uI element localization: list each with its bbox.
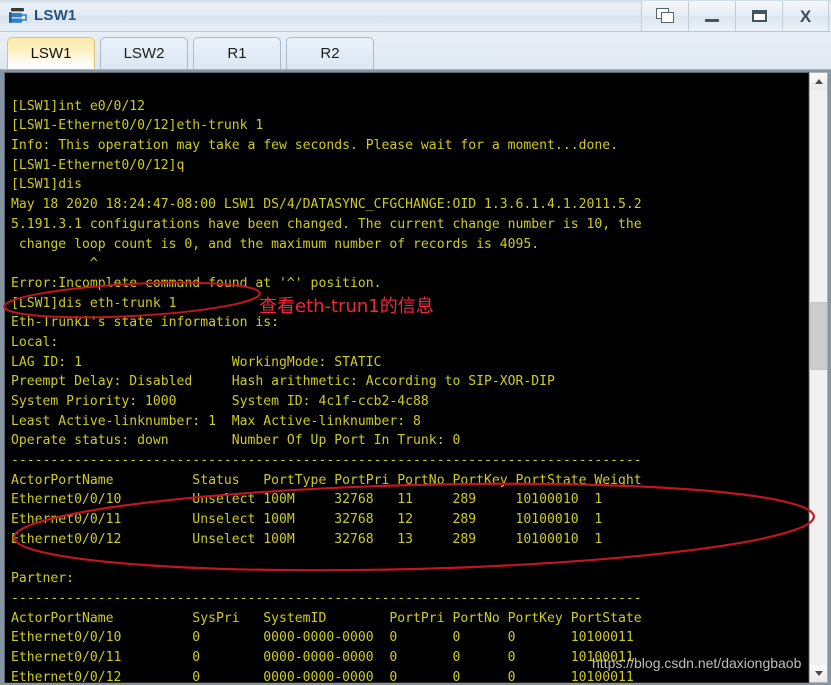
chevron-up-icon	[814, 79, 823, 84]
tab-r1[interactable]: R1	[193, 37, 281, 69]
console-line: [LSW1-Ethernet0/0/12]q	[11, 157, 185, 173]
title-bar: LSW1 X	[0, 0, 831, 32]
close-icon: X	[799, 6, 812, 26]
tab-lsw1[interactable]: LSW1	[7, 37, 95, 69]
chevron-down-icon	[814, 671, 823, 676]
console-line: [LSW1]int e0/0/12	[11, 98, 146, 114]
console-line: Ethernet0/0/11 Unselect 100M 32768 12 28…	[11, 512, 603, 528]
console-line: Ethernet0/0/10 0 0000-0000-0000 0 0 0 10…	[11, 630, 634, 646]
console-line: ActorPortName SysPri SystemID PortPri Po…	[11, 610, 642, 626]
maximize-icon	[751, 10, 767, 22]
console-line: ^	[11, 256, 98, 272]
console-line: ----------------------------------------…	[11, 453, 642, 469]
annotation-command-note: 查看eth-trun1的信息	[259, 296, 434, 317]
tab-label: LSW2	[123, 45, 165, 62]
close-button[interactable]: X	[782, 1, 829, 31]
console-line: Error:Incomplete command found at '^' po…	[11, 275, 382, 291]
scrollbar-track[interactable]	[810, 90, 827, 665]
cascade-icon	[655, 8, 675, 24]
console-line: ActorPortName Status PortType PortPri Po…	[11, 472, 642, 488]
window-title: LSW1	[34, 7, 77, 24]
switch-icon	[9, 7, 27, 23]
tab-label: R1	[227, 45, 247, 62]
scroll-up-button[interactable]	[810, 73, 827, 90]
console-line: 5.191.3.1 configurations have been chang…	[11, 216, 642, 232]
console-line: [LSW1]dis	[11, 177, 82, 193]
console-line: May 18 2020 18:24:47-08:00 LSW1 DS/4/DAT…	[11, 197, 642, 213]
tab-label: R2	[320, 45, 340, 62]
console-lines: [LSW1]int e0/0/12 [LSW1-Ethernet0/0/12]et…	[11, 77, 808, 682]
minimize-button[interactable]	[688, 1, 735, 31]
watermark-text: https://blog.csdn.net/daxiongbaob	[592, 655, 802, 671]
console-line: Ethernet0/0/10 Unselect 100M 32768 11 28…	[11, 492, 603, 508]
cli-window: LSW1 X LSW1 LSW2 R1 R2 [LSW1]int e0/0/12…	[0, 0, 831, 685]
tab-r2[interactable]: R2	[286, 37, 374, 69]
console-line: Info: This operation may take a few seco…	[11, 138, 618, 154]
console-line: Ethernet0/0/12 Unselect 100M 32768 13 28…	[11, 531, 603, 547]
console-line: ----------------------------------------…	[11, 590, 642, 606]
scrollbar-thumb[interactable]	[810, 302, 827, 370]
minimize-icon	[705, 18, 719, 22]
console-line: System Priority: 1000 System ID: 4c1f-cc…	[11, 394, 429, 409]
console-line: change loop count is 0, and the maximum …	[11, 236, 540, 252]
window-controls: X	[641, 1, 829, 31]
console-line: Partner:	[11, 571, 75, 587]
tab-bar: LSW1 LSW2 R1 R2	[0, 32, 831, 70]
console-line: Operate status: down Number Of Up Port I…	[11, 433, 461, 449]
console-line: Local:	[11, 334, 59, 350]
console-line: Least Active-linknumber: 1 Max Active-li…	[11, 413, 421, 429]
scroll-down-button[interactable]	[810, 665, 827, 682]
console-line: LAG ID: 1 WorkingMode: STATIC	[11, 354, 382, 370]
cascade-button[interactable]	[641, 1, 688, 31]
console-line: [LSW1-Ethernet0/0/12]eth-trunk 1	[11, 118, 264, 134]
terminal-area: [LSW1]int e0/0/12 [LSW1-Ethernet0/0/12]et…	[0, 70, 831, 685]
maximize-button[interactable]	[735, 1, 782, 31]
terminal-frame: [LSW1]int e0/0/12 [LSW1-Ethernet0/0/12]et…	[4, 72, 809, 683]
vertical-scrollbar[interactable]	[809, 72, 828, 683]
console-line: Preempt Delay: Disabled Hash arithmetic:…	[11, 374, 555, 390]
tab-label: LSW1	[30, 45, 72, 62]
tab-lsw2[interactable]: LSW2	[100, 37, 188, 69]
console-output[interactable]: [LSW1]int e0/0/12 [LSW1-Ethernet0/0/12]et…	[5, 73, 808, 682]
